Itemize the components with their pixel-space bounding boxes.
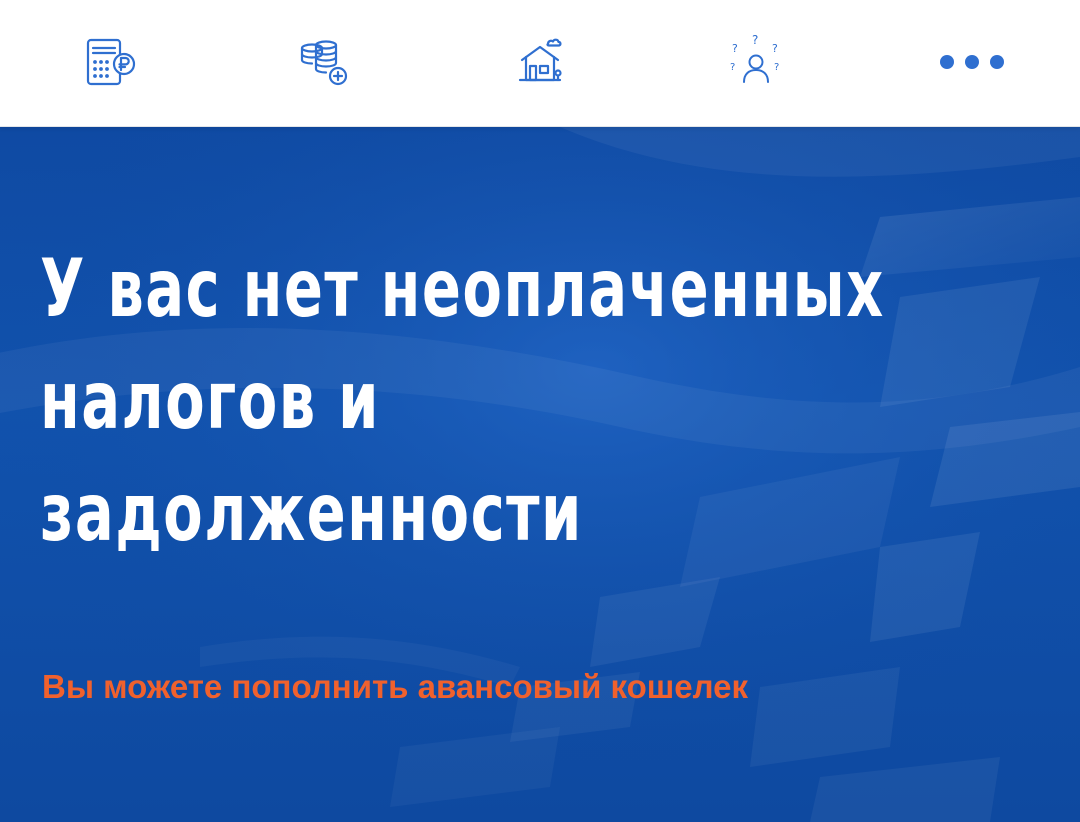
property-house-button[interactable] xyxy=(502,24,578,100)
banner-title: У вас нет неоплаченных налогов и задолже… xyxy=(40,233,1041,569)
banner-title-line-1: У вас нет неоплаченных xyxy=(40,242,885,335)
coins-plus-button[interactable] xyxy=(286,24,362,100)
calculator-ruble-icon xyxy=(86,38,136,86)
svg-text:?: ? xyxy=(772,42,778,55)
coins-plus-icon xyxy=(300,40,348,86)
svg-text:?: ? xyxy=(730,62,735,73)
more-dots-icon xyxy=(940,55,1004,69)
house-icon xyxy=(518,38,562,82)
no-debt-banner: У вас нет неоплаченных налогов и задолже… xyxy=(0,127,1080,822)
calculator-ruble-button[interactable] xyxy=(72,24,148,100)
question-person-icon: ? ? ? ? ? xyxy=(730,34,779,83)
help-questions-button[interactable]: ? ? ? ? ? xyxy=(718,24,794,100)
svg-text:?: ? xyxy=(752,34,758,47)
svg-text:?: ? xyxy=(732,42,738,55)
more-button[interactable] xyxy=(934,24,1010,100)
banner-title-line-3: задолженности xyxy=(40,466,583,559)
banner-title-line-2: налогов и xyxy=(40,354,380,447)
top-navigation-bar: ? ? ? ? ? xyxy=(0,0,1080,127)
svg-text:?: ? xyxy=(774,62,779,73)
top-up-wallet-link[interactable]: Вы можете пополнить авансовый кошелек xyxy=(42,665,748,709)
